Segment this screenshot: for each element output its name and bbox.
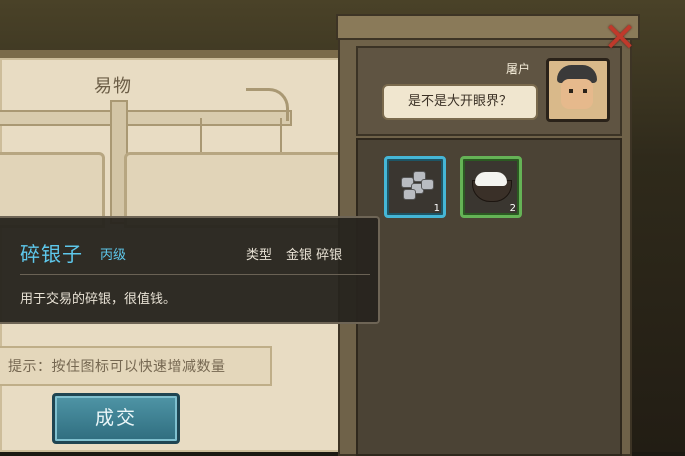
inventory-slot-rice[interactable]: 2 — [460, 156, 522, 218]
face-icon — [561, 79, 593, 109]
tooltip-item-grade: 丙级 — [100, 248, 127, 263]
eye-icon — [569, 89, 573, 93]
tooltip-type-value: 金银 碎银 — [286, 248, 343, 263]
eye-icon — [583, 89, 587, 93]
scale-string — [280, 118, 282, 156]
scale-string — [200, 118, 202, 156]
silver-icon — [397, 167, 434, 203]
inventory-slot-silver[interactable]: 1 — [384, 156, 446, 218]
trade-title: 易物 — [94, 76, 132, 97]
merchant-portrait — [546, 58, 610, 122]
tooltip-description: 用于交易的碎银，很值钱。 — [20, 292, 177, 307]
tooltip-divider — [20, 274, 370, 275]
speech-bubble: 是不是大开眼界？ — [382, 84, 538, 120]
shop-roof — [336, 14, 640, 40]
tooltip-item-name: 碎银子 — [20, 242, 83, 266]
tooltip-type-label: 类型 — [246, 248, 273, 263]
scale-hook-icon — [246, 88, 289, 121]
deal-button[interactable]: 成交 — [52, 393, 180, 444]
item-count: 1 — [433, 203, 440, 214]
rice-bowl-icon — [472, 170, 512, 202]
speaker-name: 屠户 — [506, 62, 531, 76]
close-button[interactable]: ✕ — [600, 18, 640, 58]
item-count: 2 — [509, 203, 516, 214]
item-tooltip: 碎银子 丙级 类型 金银 碎银 用于交易的碎银，很值钱。 — [0, 216, 380, 324]
hint-text: 提示：按住图标可以快速增减数量 — [8, 359, 226, 375]
